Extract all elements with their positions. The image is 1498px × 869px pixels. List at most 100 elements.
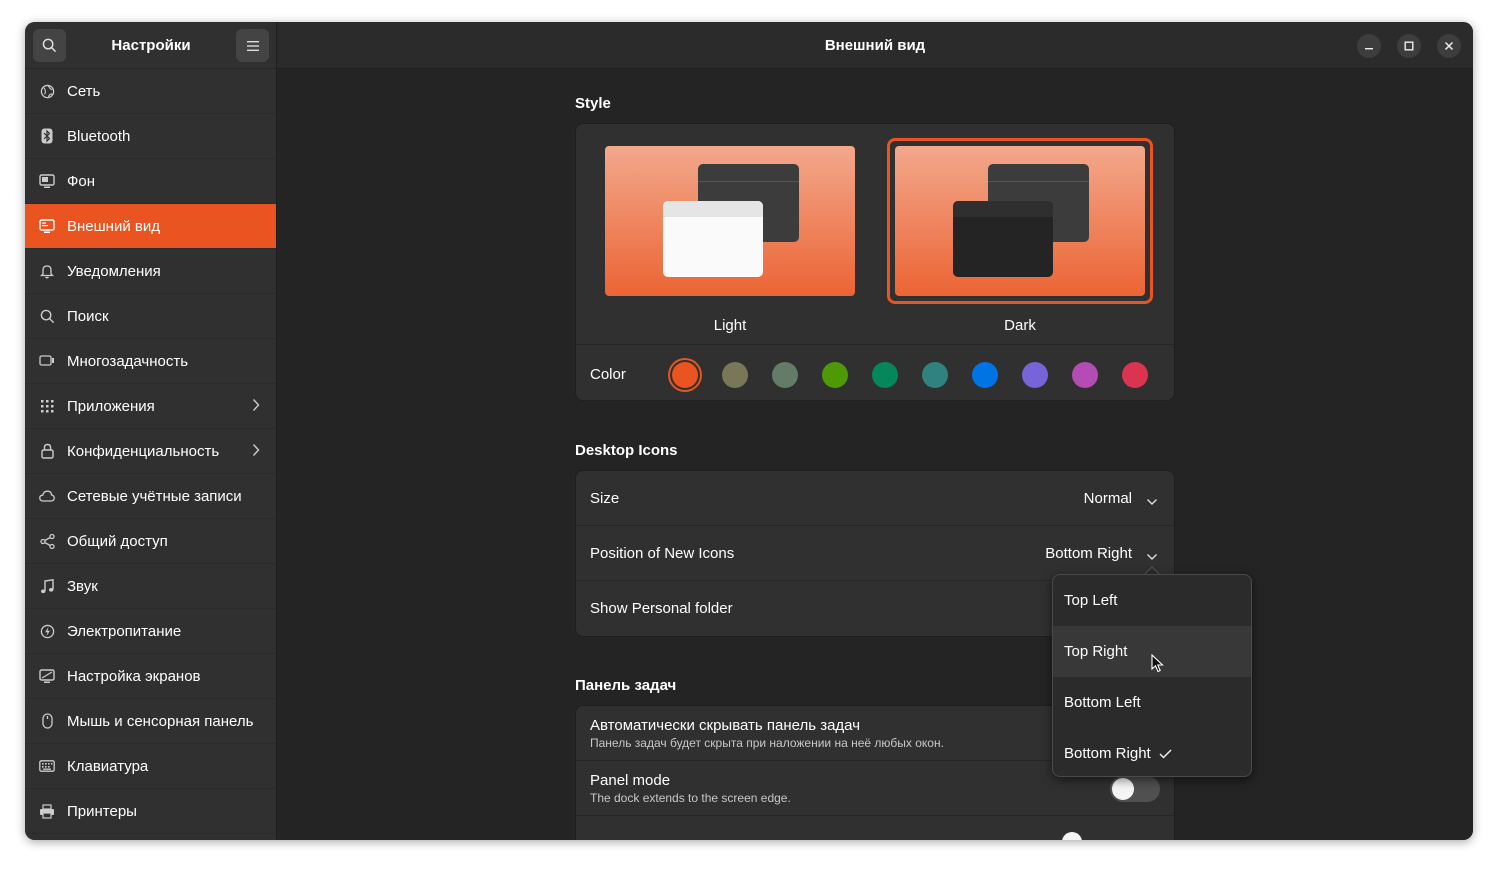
search-icon <box>39 308 55 324</box>
appearance-page: Style Light Dark Color Desktop Icons Siz… <box>277 70 1473 840</box>
minimize-button[interactable] <box>1357 34 1381 58</box>
accent-color-swatch[interactable] <box>722 362 748 388</box>
sidebar-item-network[interactable]: Сеть <box>25 69 276 114</box>
sidebar-item-online-accounts[interactable]: Сетевые учётные записи <box>25 474 276 519</box>
mouse-icon <box>39 713 55 729</box>
page-title: Внешний вид <box>824 37 926 54</box>
sidebar-item-label: Настройка экранов <box>67 667 201 685</box>
chevron-right-icon <box>252 443 260 461</box>
sidebar-item-label: Bluetooth <box>67 127 131 145</box>
lock-icon <box>39 443 55 459</box>
light-label: Light <box>713 317 747 334</box>
bell-icon <box>39 263 55 279</box>
chevron-down-icon <box>1146 548 1158 565</box>
sidebar-item-notifications[interactable]: Уведомления <box>25 249 276 294</box>
main-menu-button[interactable] <box>236 29 269 62</box>
multitasking-icon <box>39 353 55 369</box>
sidebar-item-background[interactable]: Фон <box>25 159 276 204</box>
sidebar-item-displays[interactable]: Настройка экранов <box>25 654 276 699</box>
sidebar-item-keyboard[interactable]: Клавиатура <box>25 744 276 789</box>
share-icon <box>39 533 55 549</box>
color-label: Color <box>590 366 626 383</box>
style-section-title: Style <box>575 95 611 112</box>
globe-icon <box>39 83 55 99</box>
sidebar-item-label: Сеть <box>67 82 101 100</box>
sidebar-item-label: Звук <box>67 577 98 595</box>
panel-mode-title: Panel mode <box>590 772 671 789</box>
accent-color-swatch[interactable] <box>1122 362 1148 388</box>
light-style-option[interactable]: Light <box>576 124 876 344</box>
icon-size-label: Size <box>590 490 620 507</box>
sidebar-item-search[interactable]: Поиск <box>25 294 276 339</box>
position-option-top-left[interactable]: Top Left <box>1053 575 1251 626</box>
panel-mode-switch[interactable] <box>1110 776 1160 802</box>
sidebar-item-label: Фон <box>67 172 96 190</box>
accent-color-swatch[interactable] <box>1072 362 1098 388</box>
hamburger-menu-icon <box>246 40 259 51</box>
chevron-right-icon <box>252 398 260 416</box>
dark-label: Dark <box>1004 317 1036 334</box>
option-label: Bottom Right <box>1064 745 1151 762</box>
style-card: Light Dark Color <box>575 123 1175 401</box>
accent-color-swatch[interactable] <box>1022 362 1048 388</box>
sidebar: Настройки Сеть Bluetooth Фон Внешний вид… <box>25 22 277 840</box>
position-option-bottom-right[interactable]: Bottom Right <box>1053 728 1251 776</box>
sidebar-item-label: Внешний вид <box>67 217 160 235</box>
dark-style-option[interactable]: Dark <box>876 124 1174 344</box>
sidebar-item-appearance[interactable]: Внешний вид <box>25 204 276 249</box>
minimize-icon <box>1365 48 1373 50</box>
sidebar-header: Настройки <box>25 22 276 69</box>
icon-size-row[interactable]: Size Normal <box>576 471 1174 526</box>
sidebar-item-label: Сетевые учётные записи <box>67 487 242 505</box>
content-header: Внешний вид <box>277 22 1473 69</box>
sidebar-item-label: Мышь и сенсорная панель <box>67 712 254 730</box>
sidebar-item-applications[interactable]: Приложения <box>25 384 276 429</box>
maximize-icon <box>1404 41 1414 51</box>
power-icon <box>39 623 55 639</box>
desktop-icons-section-title: Desktop Icons <box>575 442 678 459</box>
display-icon <box>39 173 55 189</box>
accent-color-swatch[interactable] <box>772 362 798 388</box>
slider-handle[interactable] <box>1062 832 1082 840</box>
preview-divider <box>988 181 1089 182</box>
mouse-pointer-icon <box>1151 654 1164 673</box>
accent-color-swatch[interactable] <box>922 362 948 388</box>
sidebar-item-mouse[interactable]: Мышь и сенсорная панель <box>25 699 276 744</box>
sidebar-item-label: Уведомления <box>67 262 161 280</box>
position-option-bottom-left[interactable]: Bottom Left <box>1053 677 1251 728</box>
option-label: Bottom Left <box>1064 694 1141 711</box>
sidebar-item-label: Конфиденциальность <box>67 442 220 460</box>
sidebar-item-label: Приложения <box>67 397 155 415</box>
cloud-icon <box>39 488 55 504</box>
icon-size-value: Normal <box>1083 490 1132 507</box>
sidebar-item-sharing[interactable]: Общий доступ <box>25 519 276 564</box>
option-label: Top Left <box>1064 592 1118 609</box>
preview-divider <box>698 181 799 182</box>
accent-color-row: Color <box>576 344 1174 400</box>
panel-mode-subtitle: The dock extends to the screen edge. <box>590 791 791 805</box>
sidebar-item-printers[interactable]: Принтеры <box>25 789 276 834</box>
sidebar-item-sound[interactable]: Звук <box>25 564 276 609</box>
sidebar-item-power[interactable]: Электропитание <box>25 609 276 654</box>
accent-color-swatch[interactable] <box>822 362 848 388</box>
sidebar-item-label: Многозадачность <box>67 352 189 370</box>
accent-color-swatch-selected[interactable] <box>672 362 698 388</box>
sidebar-item-bluetooth[interactable]: Bluetooth <box>25 114 276 159</box>
icon-size-slider-row[interactable] <box>576 816 1174 840</box>
close-button[interactable] <box>1437 34 1461 58</box>
accent-color-swatch[interactable] <box>872 362 898 388</box>
icon-position-value: Bottom Right <box>1045 545 1132 562</box>
sidebar-item-multitasking[interactable]: Многозадачность <box>25 339 276 384</box>
maximize-button[interactable] <box>1397 34 1421 58</box>
light-style-preview <box>605 146 855 296</box>
sidebar-item-privacy[interactable]: Конфиденциальность <box>25 429 276 474</box>
sidebar-item-label: Клавиатура <box>67 757 149 775</box>
accent-color-swatch[interactable] <box>972 362 998 388</box>
settings-window: Настройки Сеть Bluetooth Фон Внешний вид… <box>25 22 1473 840</box>
preview-titlebar <box>663 201 763 217</box>
close-icon <box>1444 41 1454 51</box>
preview-titlebar <box>953 201 1053 217</box>
icon-position-row[interactable]: Position of New Icons Bottom Right <box>576 526 1174 581</box>
icon-position-label: Position of New Icons <box>590 545 735 562</box>
music-note-icon <box>39 578 55 594</box>
